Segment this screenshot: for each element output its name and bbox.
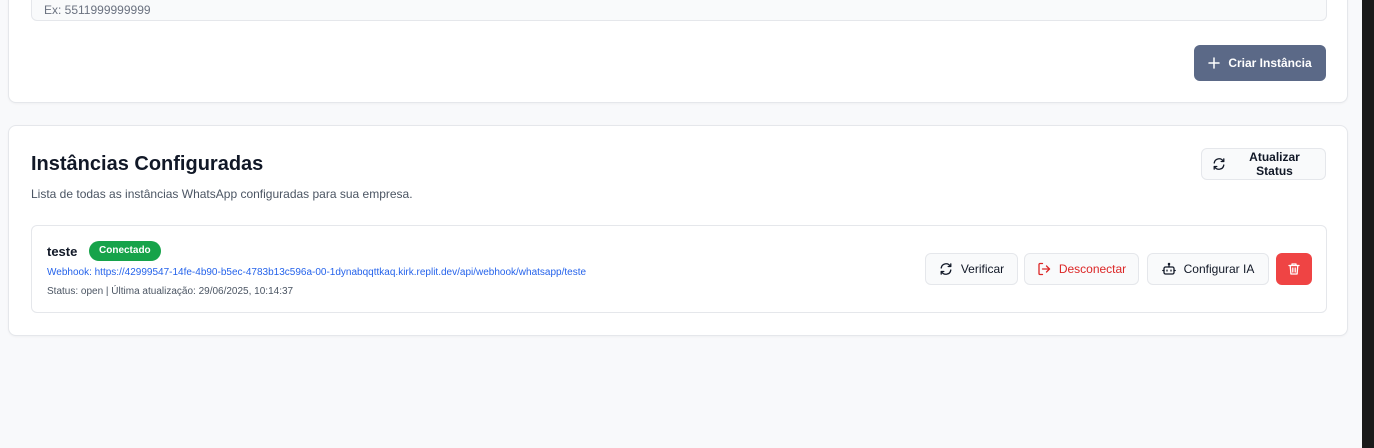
- bot-icon: [1161, 262, 1176, 276]
- create-instance-card: Criar Instância: [8, 0, 1348, 103]
- section-description: Lista de todas as instâncias WhatsApp co…: [31, 187, 413, 201]
- refresh-icon: [1212, 157, 1226, 171]
- disconnect-label: Desconectar: [1058, 262, 1127, 276]
- create-instance-label: Criar Instância: [1228, 56, 1312, 70]
- plus-icon: [1208, 57, 1221, 69]
- refresh-icon: [939, 262, 953, 276]
- delete-button[interactable]: [1276, 253, 1312, 285]
- verify-label: Verificar: [960, 262, 1005, 276]
- section-title: Instâncias Configuradas: [31, 153, 264, 175]
- configure-ai-button[interactable]: Configurar IA: [1147, 253, 1269, 285]
- status-badge: Conectado: [89, 241, 161, 261]
- disconnect-button[interactable]: Desconectar: [1024, 253, 1139, 285]
- webhook-link[interactable]: Webhook: https://42999547-14fe-4b90-b5ec…: [47, 267, 586, 278]
- instance-name: teste: [47, 244, 78, 259]
- refresh-status-label: Atualizar Status: [1249, 150, 1300, 178]
- window-edge: [1362, 0, 1374, 448]
- logout-icon: [1037, 262, 1051, 276]
- configure-ai-label: Configurar IA: [1183, 262, 1255, 276]
- verify-button[interactable]: Verificar: [925, 253, 1018, 285]
- instance-row: teste Conectado Webhook: https://4299954…: [31, 225, 1327, 313]
- trash-icon: [1287, 262, 1301, 276]
- instances-card: Instâncias Configuradas Lista de todas a…: [8, 125, 1348, 336]
- refresh-status-button[interactable]: Atualizar Status: [1201, 148, 1326, 180]
- status-line: Status: open | Última atualização: 29/06…: [47, 286, 294, 297]
- phone-number-input[interactable]: [31, 0, 1327, 21]
- create-instance-button[interactable]: Criar Instância: [1194, 45, 1326, 81]
